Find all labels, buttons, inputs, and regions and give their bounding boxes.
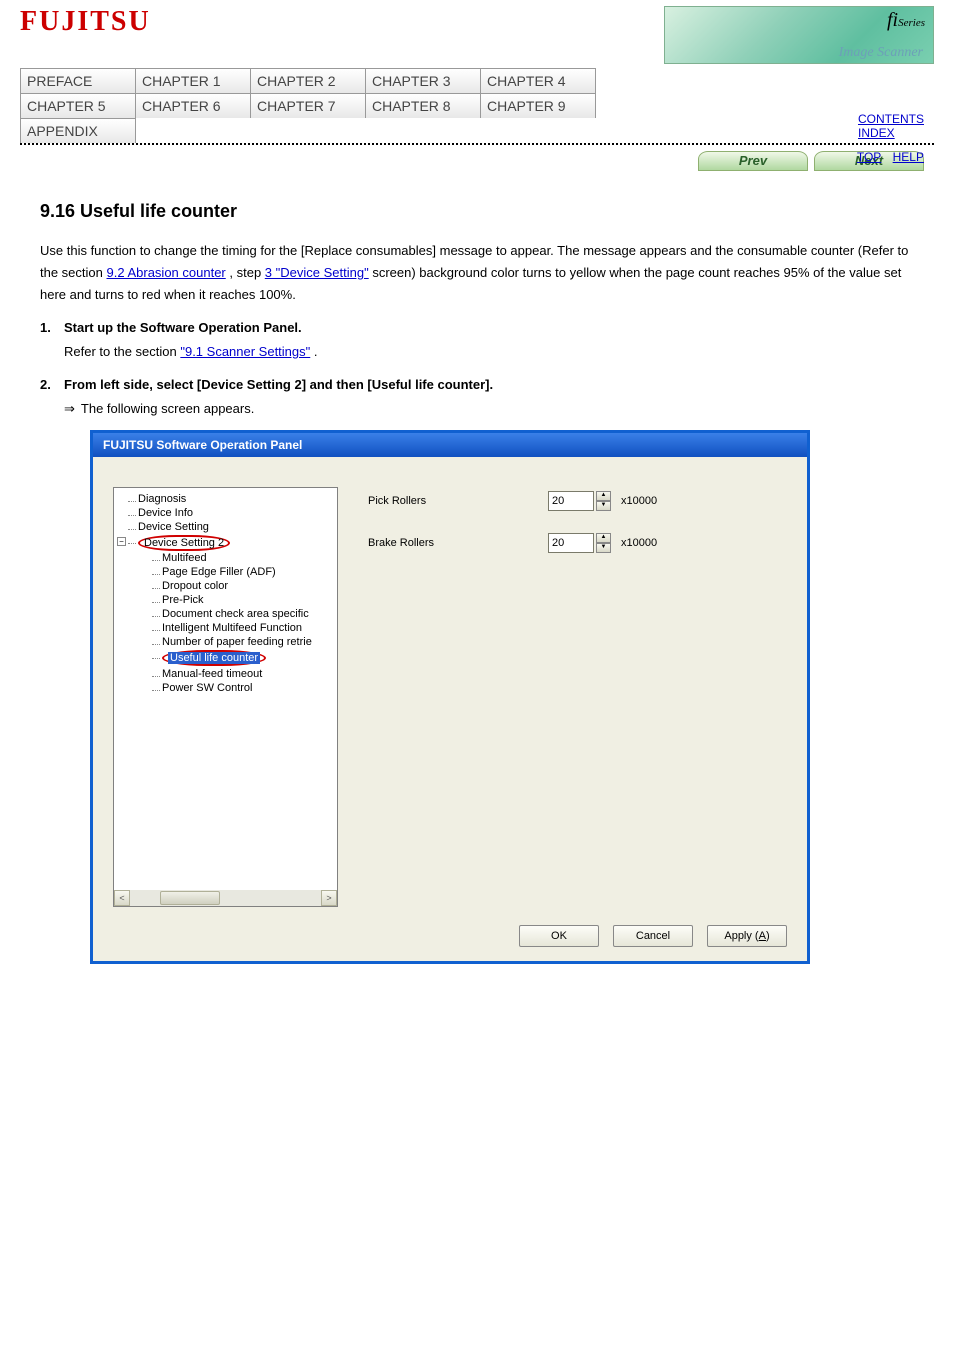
brake-rollers-up[interactable]: ▲ (596, 533, 611, 543)
step-2-result: The following screen appears. (81, 398, 254, 420)
abrasion-counter-link[interactable]: 9.2 Abrasion counter (107, 265, 226, 280)
scroll-track[interactable] (130, 890, 321, 906)
tab-chapter-8[interactable]: CHAPTER 8 (365, 93, 481, 118)
step-2-number: 2. (40, 377, 64, 392)
step-2-text: From left side, select [Device Setting 2… (64, 377, 914, 392)
tree-pre-pick[interactable]: Pre-Pick (152, 593, 337, 607)
tree-diagnosis[interactable]: Diagnosis (128, 492, 337, 506)
tab-chapter-3[interactable]: CHAPTER 3 (365, 68, 481, 93)
pick-rollers-input[interactable] (548, 491, 594, 511)
tree-device-setting-2[interactable]: − Device Setting 2 Multifeed Page Edge F… (128, 534, 337, 696)
tab-appendix[interactable]: APPENDIX (20, 118, 136, 143)
arrow-icon: ⇒ (64, 398, 75, 420)
contents-link[interactable]: CONTENTS (858, 112, 924, 126)
pick-rollers-down[interactable]: ▼ (596, 501, 611, 511)
tree-doc-check-area[interactable]: Document check area specific (152, 607, 337, 621)
tab-chapter-4[interactable]: CHAPTER 4 (480, 68, 596, 93)
banner-scanner-text: Image Scanner (839, 45, 923, 61)
fujitsu-logo: FUJITSU (20, 6, 151, 38)
chapter-nav: PREFACE CHAPTER 1 CHAPTER 2 CHAPTER 3 CH… (20, 68, 934, 145)
help-link[interactable]: HELP (893, 150, 924, 164)
scroll-left-button[interactable]: < (114, 890, 130, 906)
brake-rollers-input[interactable] (548, 533, 594, 553)
help-links: TOP HELP (857, 150, 924, 164)
prev-button[interactable]: Prev (698, 151, 808, 171)
cancel-button[interactable]: Cancel (613, 925, 693, 947)
tree-expander-icon[interactable]: − (117, 537, 126, 546)
tree-useful-life-counter[interactable]: Useful life counter (152, 649, 337, 667)
scroll-right-button[interactable]: > (321, 890, 337, 906)
apply-button[interactable]: Apply (A) (707, 925, 787, 947)
tab-chapter-1[interactable]: CHAPTER 1 (135, 68, 251, 93)
step-1-text: Start up the Software Operation Panel. (64, 320, 914, 335)
software-operation-panel-dialog: FUJITSU Software Operation Panel Diagnos… (90, 430, 810, 964)
tab-chapter-6[interactable]: CHAPTER 6 (135, 93, 251, 118)
tree-device-setting[interactable]: Device Setting (128, 520, 337, 534)
tree-panel: Diagnosis Device Info Device Setting − D… (113, 487, 338, 907)
pick-rollers-up[interactable]: ▲ (596, 491, 611, 501)
pick-rollers-label: Pick Rollers (368, 495, 548, 507)
tree-intelligent-multifeed[interactable]: Intelligent Multifeed Function (152, 621, 337, 635)
tree-dropout-color[interactable]: Dropout color (152, 579, 337, 593)
top-link[interactable]: TOP (857, 150, 881, 164)
highlight-device-setting-2: Device Setting 2 (138, 535, 230, 551)
step-1-number: 1. (40, 320, 64, 335)
ok-button[interactable]: OK (519, 925, 599, 947)
brake-rollers-down[interactable]: ▼ (596, 543, 611, 553)
tree-device-info[interactable]: Device Info (128, 506, 337, 520)
logo-text: FUJITSU (20, 6, 151, 38)
tab-chapter-5[interactable]: CHAPTER 5 (20, 93, 136, 118)
brake-rollers-label: Brake Rollers (368, 537, 548, 549)
highlight-useful-life-counter: Useful life counter (162, 650, 266, 666)
tree-page-edge-filler[interactable]: Page Edge Filler (ADF) (152, 565, 337, 579)
tree-manual-feed-timeout[interactable]: Manual-feed timeout (152, 667, 337, 681)
banner-fi-text: fiSeries (887, 9, 925, 32)
section-title: 9.16 Useful life counter (40, 201, 914, 222)
index-link[interactable]: INDEX (858, 126, 895, 140)
tree-multifeed[interactable]: Multifeed (152, 551, 337, 565)
settings-panel: Pick Rollers ▲ ▼ x10000 Bra (338, 487, 787, 907)
brake-rollers-multiplier: x10000 (621, 537, 657, 549)
tab-chapter-9[interactable]: CHAPTER 9 (480, 93, 596, 118)
dialog-titlebar: FUJITSU Software Operation Panel (93, 433, 807, 457)
tab-chapter-7[interactable]: CHAPTER 7 (250, 93, 366, 118)
scanner-settings-link[interactable]: "9.1 Scanner Settings" (180, 344, 310, 359)
tree-power-sw-control[interactable]: Power SW Control (152, 681, 337, 695)
tab-chapter-2[interactable]: CHAPTER 2 (250, 68, 366, 93)
pick-rollers-multiplier: x10000 (621, 495, 657, 507)
tree-scrollbar[interactable]: < > (114, 890, 337, 906)
fi-series-banner: fiSeries Image Scanner (664, 6, 934, 64)
scroll-thumb[interactable] (160, 891, 220, 905)
device-setting-link[interactable]: 3 "Device Setting" (265, 265, 369, 280)
tab-preface[interactable]: PREFACE (20, 68, 136, 93)
tree-paper-feed-retries[interactable]: Number of paper feeding retrie (152, 635, 337, 649)
section-intro: Use this function to change the timing f… (40, 240, 914, 306)
doc-top-links: CONTENTS INDEX (852, 112, 924, 140)
